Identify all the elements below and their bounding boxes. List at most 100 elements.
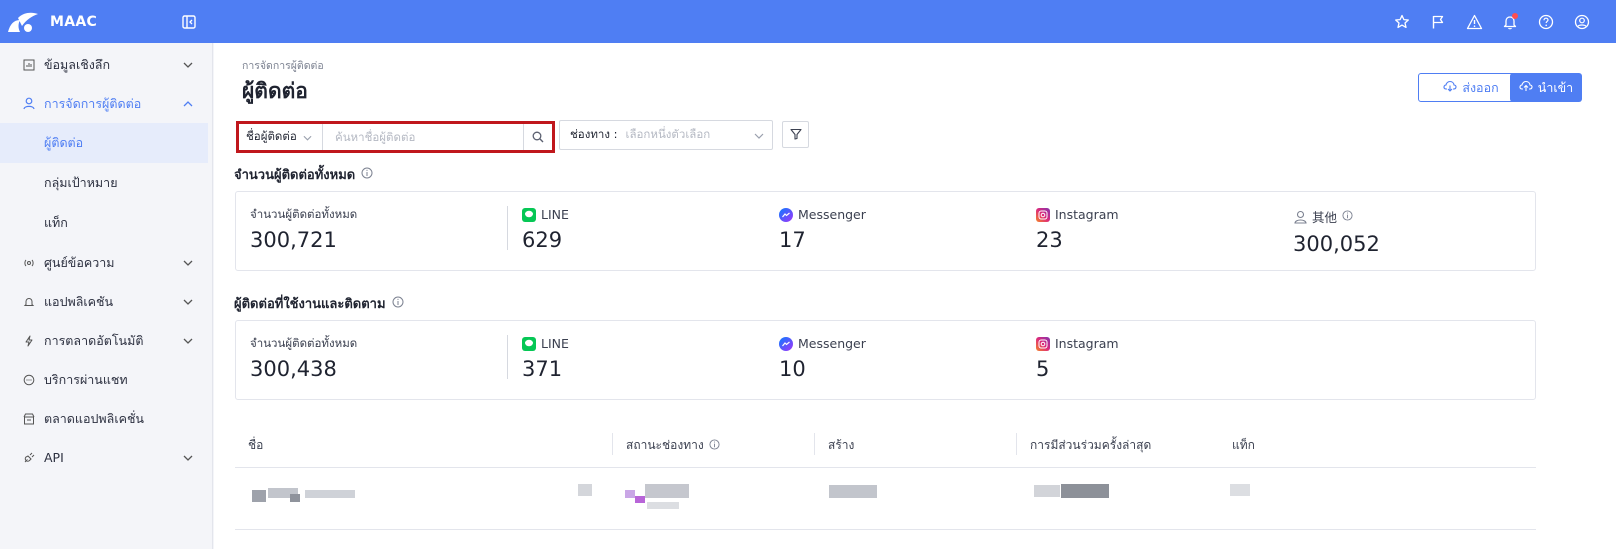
bolt-icon (22, 334, 36, 348)
search-type-select[interactable]: ชื่อผู้ติดต่อ (239, 124, 323, 150)
channel-name: Messenger (798, 336, 866, 351)
notification-dot (1512, 12, 1518, 19)
sidebar-item-applications[interactable]: แอปพลิเคชัน (0, 282, 212, 321)
star-icon[interactable] (1392, 12, 1412, 32)
breadcrumb[interactable]: การจัดการผู้ติดต่อ (242, 57, 324, 74)
column-label: สร้าง (828, 438, 855, 452)
info-icon[interactable] (709, 438, 720, 453)
messenger-icon (779, 336, 793, 351)
top-toolbar (1392, 0, 1592, 43)
stat-messenger: Messenger 10 (779, 336, 866, 381)
import-label: นำเข้า (1537, 79, 1574, 95)
chevron-down-icon (182, 335, 194, 347)
sidebar-item-contact-management[interactable]: การจัดการผู้ติดต่อ (0, 84, 212, 123)
sidebar-collapse-icon[interactable] (180, 13, 198, 31)
line-icon (522, 207, 536, 222)
sidebar-item-label: ข้อมูลเชิงลึก (44, 56, 111, 72)
chart-icon (22, 58, 36, 72)
column-label: แท็ก (1232, 438, 1255, 452)
maac-logo-icon (6, 10, 40, 34)
sidebar-item-label: API (44, 450, 64, 465)
help-icon[interactable] (1536, 12, 1556, 32)
stat-value: 300,438 (250, 357, 337, 381)
alert-icon[interactable] (1464, 12, 1484, 32)
brand: MAAC (0, 10, 214, 34)
active-contacts-stat: จำนวนผู้ติดต่อทั้งหมด 300,438 (250, 335, 357, 381)
search-button[interactable] (523, 124, 552, 150)
info-icon[interactable] (1342, 209, 1353, 224)
search-type-label: ชื่อผู้ติดต่อ (246, 129, 297, 143)
sidebar-subitem-tags[interactable]: แท็ก (0, 203, 208, 243)
sidebar-item-label: การตลาดอัตโนมัติ (44, 332, 144, 348)
chat-icon (22, 373, 36, 387)
person-icon (22, 97, 36, 111)
sidebar-item-label: การจัดการผู้ติดต่อ (44, 95, 142, 111)
channel-name: Instagram (1055, 336, 1119, 351)
import-button[interactable]: นำเข้า (1510, 73, 1582, 102)
sidebar-item-app-marketplace[interactable]: ตลาดแอปพลิเคชั่น (0, 399, 212, 438)
search-group: ชื่อผู้ติดต่อ (236, 121, 555, 153)
column-header-name[interactable]: ชื่อ (248, 423, 263, 468)
sidebar-item-chat-service[interactable]: บริการผ่านแชท (0, 360, 212, 399)
sidebar: ข้อมูลเชิงลึก การจัดการผู้ติดต่อ ผู้ติดต… (0, 43, 213, 549)
bell-icon[interactable] (1500, 12, 1520, 32)
column-label: ชื่อ (248, 438, 264, 452)
sidebar-item-api[interactable]: API (0, 438, 212, 477)
stat-label: จำนวนผู้ติดต่อทั้งหมด (250, 336, 358, 350)
channel-filter-select[interactable]: ช่องทาง : เลือกหนึ่งตัวเลือก (559, 120, 773, 150)
user-account-icon[interactable] (1572, 12, 1592, 32)
stat-value: 371 (522, 357, 563, 381)
total-contacts-heading: จำนวนผู้ติดต่อทั้งหมด (234, 164, 373, 185)
flag-icon[interactable] (1428, 12, 1448, 32)
column-header-created[interactable]: สร้าง (828, 423, 854, 468)
info-icon[interactable] (392, 296, 404, 312)
stat-value: 10 (779, 357, 806, 381)
column-separator (1016, 433, 1017, 455)
column-header-last-engagement[interactable]: การมีส่วนร่วมครั้งล่าสุด (1030, 423, 1151, 468)
chevron-down-icon (182, 296, 194, 308)
sidebar-item-label: ศูนย์ข้อความ (44, 254, 115, 270)
instagram-icon (1036, 336, 1050, 351)
channel-filter-label: ช่องทาง : (570, 127, 618, 141)
advanced-filter-button[interactable] (782, 121, 809, 148)
sidebar-subitem-label: แท็ก (44, 215, 68, 230)
divider (507, 206, 508, 250)
stat-other: 其他 300,052 (1293, 207, 1380, 256)
channel-name: LINE (541, 336, 569, 351)
sidebar-item-message-center[interactable]: ศูนย์ข้อความ (0, 243, 212, 282)
top-bar: MAAC (0, 0, 1616, 43)
column-header-tags[interactable]: แท็ก (1232, 423, 1255, 468)
stat-value: 300,052 (1293, 232, 1380, 256)
column-label: สถานะช่องทาง (626, 438, 704, 452)
stat-value: 17 (779, 228, 806, 252)
chevron-up-icon (182, 98, 194, 110)
active-contacts-heading: ผู้ติดต่อที่ใช้งานและติดตาม (234, 293, 404, 314)
chevron-down-icon (754, 128, 764, 142)
store-icon (22, 412, 36, 426)
info-icon[interactable] (361, 167, 373, 183)
sidebar-item-label: ตลาดแอปพลิเคชั่น (44, 410, 144, 426)
main-content: การจัดการผู้ติดต่อ ผู้ติดต่อ ส่งออก นำเข… (214, 43, 1616, 549)
table-row[interactable] (235, 468, 1536, 530)
search-icon (532, 128, 544, 147)
sidebar-subitem-contacts[interactable]: ผู้ติดต่อ (0, 123, 208, 163)
line-icon (522, 336, 536, 351)
stat-line: LINE 629 (522, 207, 569, 252)
broadcast-icon (22, 256, 36, 270)
sidebar-subitem-audiences[interactable]: กลุ่มเป้าหมาย (0, 163, 208, 203)
column-separator (612, 433, 613, 455)
chevron-down-icon (303, 130, 312, 144)
stat-messenger: Messenger 17 (779, 207, 866, 252)
section-title-text: ผู้ติดต่อที่ใช้งานและติดตาม (234, 297, 386, 312)
sidebar-item-automation[interactable]: การตลาดอัตโนมัติ (0, 321, 212, 360)
stat-instagram: Instagram 23 (1036, 207, 1119, 252)
sidebar-item-label: แอปพลิเคชัน (44, 293, 114, 309)
search-input[interactable] (325, 124, 521, 150)
channel-filter-placeholder: เลือกหนึ่งตัวเลือก (625, 127, 711, 141)
cloud-upload-icon (1519, 80, 1533, 95)
app-name: MAAC (50, 13, 98, 30)
column-header-channel-status[interactable]: สถานะช่องทาง (626, 423, 720, 468)
column-label: การมีส่วนร่วมครั้งล่าสุด (1030, 438, 1152, 452)
export-button[interactable]: ส่งออก (1418, 73, 1524, 102)
sidebar-item-insights[interactable]: ข้อมูลเชิงลึก (0, 45, 212, 84)
